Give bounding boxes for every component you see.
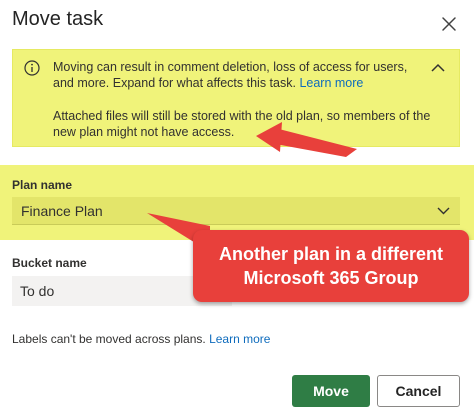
plan-name-value: Finance Plan <box>21 203 103 219</box>
warning-text: Moving can result in comment deletion, l… <box>53 59 413 91</box>
plan-name-dropdown[interactable]: Finance Plan <box>12 197 460 225</box>
dialog-title: Move task <box>12 8 104 30</box>
warning-learn-more-link[interactable]: Learn more <box>299 76 363 90</box>
warning-detail: Attached files will still be stored with… <box>53 109 431 139</box>
callout-line-1: Another plan in a different <box>218 244 443 264</box>
info-icon <box>24 60 40 76</box>
move-button[interactable]: Move <box>292 375 370 407</box>
labels-note-text: Labels can't be moved across plans. <box>12 332 206 346</box>
cancel-button[interactable]: Cancel <box>377 375 460 407</box>
plan-name-label: Plan name <box>12 178 73 192</box>
chevron-down-icon <box>437 207 450 215</box>
close-icon[interactable] <box>439 14 459 34</box>
warning-banner: Moving can result in comment deletion, l… <box>12 49 460 147</box>
labels-note: Labels can't be moved across plans. Lear… <box>12 332 270 346</box>
bucket-name-label: Bucket name <box>12 256 87 270</box>
annotation-callout: Another plan in a different Microsoft 36… <box>193 230 469 302</box>
chevron-up-icon[interactable] <box>431 63 445 73</box>
callout-line-2: Microsoft 365 Group <box>243 268 419 288</box>
labels-learn-more-link[interactable]: Learn more <box>209 332 270 346</box>
